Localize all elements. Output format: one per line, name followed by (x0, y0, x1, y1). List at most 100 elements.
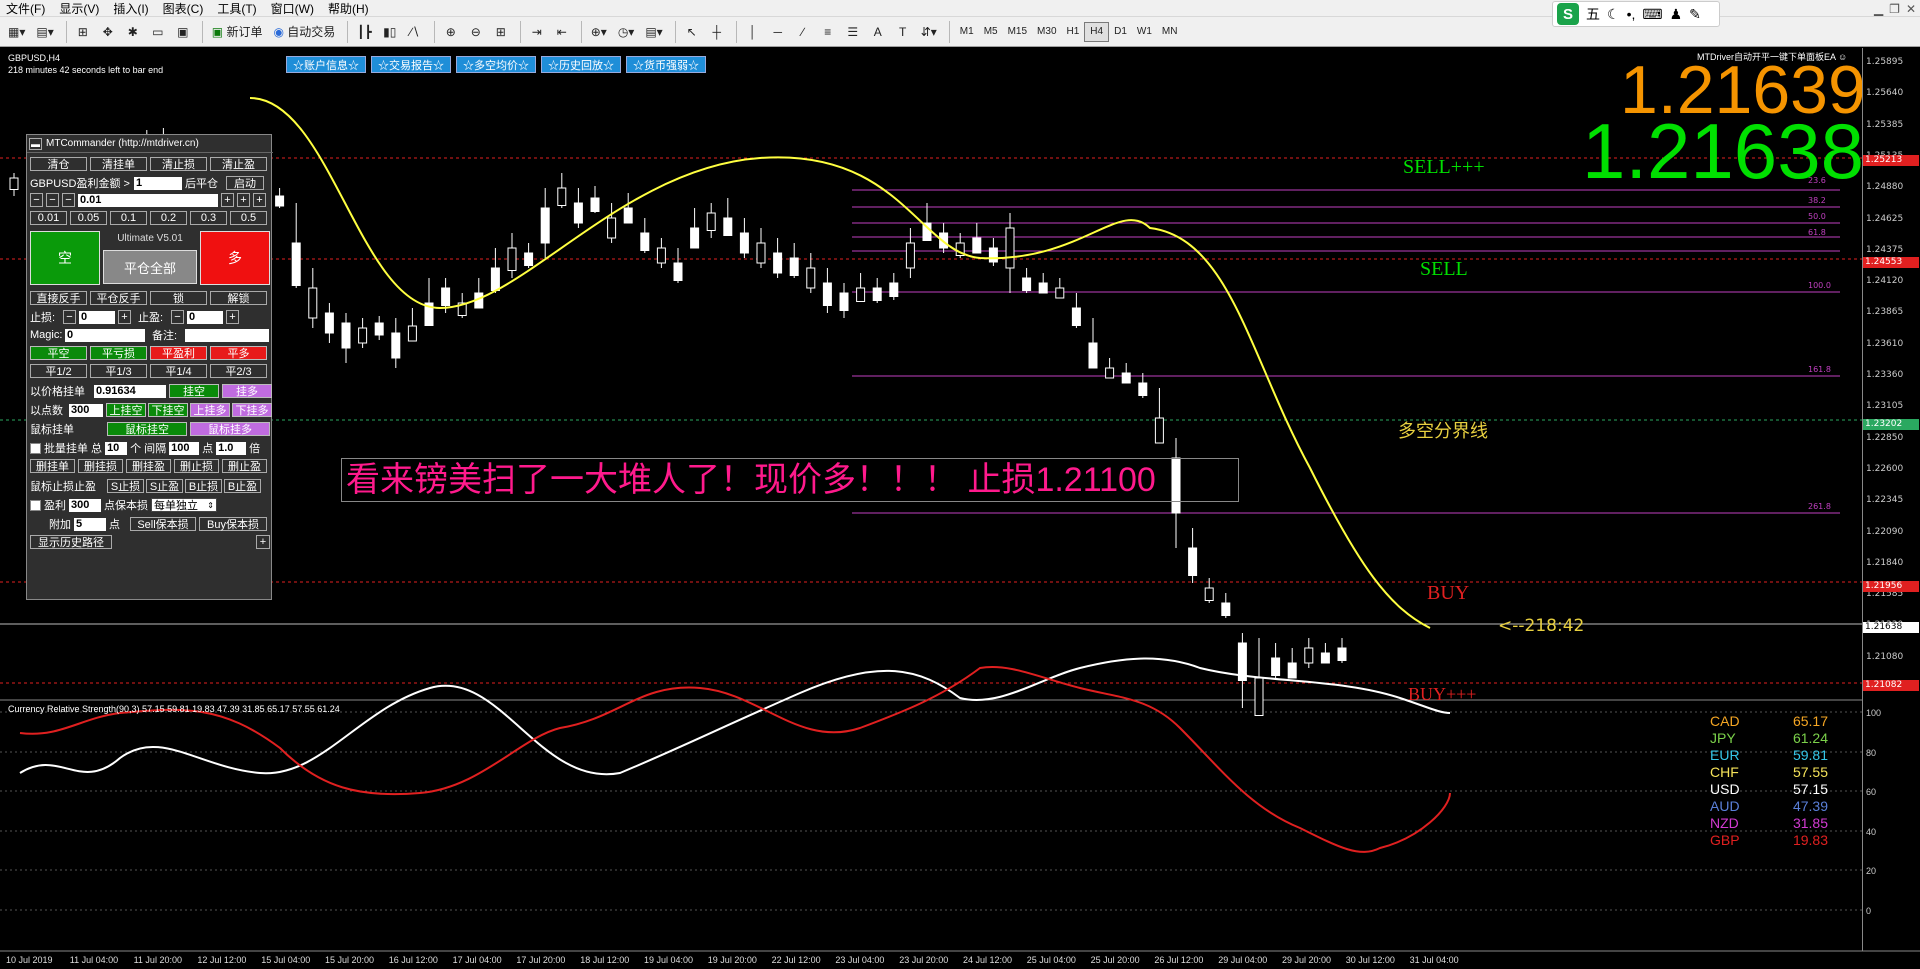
mouse-sell-button[interactable]: 鼠标挂空 (107, 422, 187, 436)
points-pending-button[interactable]: 上挂多 (190, 403, 230, 417)
cursor-icon[interactable]: ↖ (681, 21, 703, 43)
delete-button[interactable]: 删挂单 (30, 459, 75, 473)
note-input[interactable] (185, 328, 269, 342)
lot-preset-button[interactable]: 0.05 (70, 211, 107, 225)
timeframe-d1[interactable]: D1 (1109, 22, 1132, 42)
top-button[interactable]: ☆货币强弱☆ (626, 56, 706, 73)
sl-minus[interactable]: − (63, 310, 76, 324)
user-icon[interactable]: ♟ (1670, 6, 1683, 23)
tp-plus[interactable]: + (226, 310, 239, 324)
partial-close-button[interactable]: 平1/2 (30, 364, 87, 378)
auto-trade-button[interactable]: ◉ 自动交易 (269, 21, 339, 43)
menu-item[interactable]: 显示(V) (59, 0, 99, 17)
lot-plus-2[interactable]: + (237, 193, 250, 207)
zoom-out-icon[interactable]: ⊖ (465, 21, 487, 43)
delete-button[interactable]: 删挂盈 (126, 459, 171, 473)
menu-item[interactable]: 工具(T) (217, 0, 256, 17)
fibonacci-icon[interactable]: ☰ (842, 21, 864, 43)
navigator-icon[interactable]: ✱ (122, 21, 144, 43)
points-input[interactable]: 300 (69, 403, 103, 417)
panel-collapse-button[interactable]: ▬ (29, 137, 42, 150)
punctuation-icon[interactable]: •, (1627, 6, 1636, 22)
ime-mode[interactable]: 五 (1586, 4, 1600, 24)
partial-close-button[interactable]: 平1/4 (150, 364, 207, 378)
sl-input[interactable]: 0 (79, 310, 115, 324)
horizontal-line-icon[interactable]: ─ (767, 21, 789, 43)
top-button[interactable]: ☆交易报告☆ (371, 56, 451, 73)
pending-sell-button[interactable]: 挂空 (169, 384, 219, 398)
new-order-button[interactable]: ▣ 新订单 (208, 21, 267, 43)
timeframe-h4[interactable]: H4 (1084, 21, 1110, 42)
points-pending-button[interactable]: 下挂多 (232, 403, 272, 417)
lot-input[interactable]: 0.01 (78, 193, 218, 207)
lot-minus-2[interactable]: − (46, 193, 59, 207)
timeframe-m15[interactable]: M15 (1003, 22, 1032, 42)
delete-button[interactable]: 删止损 (174, 459, 219, 473)
reverse-button[interactable]: 锁 (150, 291, 207, 305)
mouse-sltp-button[interactable]: B止损 (185, 479, 222, 493)
bar-chart-icon[interactable]: ┃┣ (353, 21, 375, 43)
tp-minus[interactable]: − (171, 310, 184, 324)
templates-button[interactable]: ▤▾ (641, 21, 666, 43)
partial-close-button[interactable]: 平1/3 (90, 364, 147, 378)
magic-input[interactable]: 0 (65, 328, 145, 342)
menu-item[interactable]: 帮助(H) (328, 0, 369, 17)
breakeven-mode-select[interactable]: 每单独立 ⇕ (151, 498, 217, 512)
data-window-icon[interactable]: ✥ (97, 21, 119, 43)
buy-market-button[interactable]: 多 (200, 231, 270, 285)
breakeven-input[interactable]: 300 (69, 498, 101, 512)
buy-breakeven-button[interactable]: Buy保本损 (199, 517, 267, 531)
timeframe-m5[interactable]: M5 (979, 22, 1003, 42)
autoscroll-icon[interactable]: ⇥ (526, 21, 548, 43)
lot-minus-1[interactable]: − (30, 193, 43, 207)
close-type-button[interactable]: 平多 (210, 346, 267, 360)
reverse-button[interactable]: 平仓反手 (90, 291, 147, 305)
lot-preset-button[interactable]: 0.3 (190, 211, 227, 225)
batch-gap-input[interactable]: 100 (169, 441, 200, 455)
channel-icon[interactable]: ≡ (817, 21, 839, 43)
sell-breakeven-button[interactable]: Sell保本损 (130, 517, 196, 531)
profiles-button[interactable]: ▤▾ (32, 21, 57, 43)
timeframe-w1[interactable]: W1 (1132, 22, 1157, 42)
menu-item[interactable]: 插入(I) (113, 0, 148, 17)
add-input[interactable]: 5 (74, 517, 106, 531)
mouse-sltp-button[interactable]: S止损 (107, 479, 144, 493)
mouse-buy-button[interactable]: 鼠标挂多 (190, 422, 270, 436)
candle-chart-icon[interactable]: ▮▯ (379, 21, 401, 43)
restore-icon[interactable]: ❐ (1889, 2, 1900, 16)
clear-button[interactable]: 清止盈 (210, 157, 267, 171)
periods-button[interactable]: ◷▾ (614, 21, 639, 43)
clear-button[interactable]: 清仓 (30, 157, 87, 171)
trendline-icon[interactable]: ∕ (792, 21, 814, 43)
menu-item[interactable]: 窗口(W) (271, 0, 314, 17)
keyboard-icon[interactable]: ⌨ (1642, 6, 1662, 23)
points-pending-button[interactable]: 上挂空 (106, 403, 146, 417)
delete-button[interactable]: 删挂损 (78, 459, 123, 473)
close-all-button[interactable]: 平仓全部 (103, 250, 197, 284)
top-button[interactable]: ☆历史回放☆ (541, 56, 621, 73)
lot-preset-button[interactable]: 0.5 (230, 211, 267, 225)
lot-plus-1[interactable]: + (221, 193, 234, 207)
indicators-button[interactable]: ⊕▾ (587, 21, 611, 43)
chart-window[interactable]: 23.6 38.2 50.0 61.8 100.0 161.8 261.8 GBPUSD,H… (0, 48, 1920, 969)
market-watch-icon[interactable]: ⊞ (72, 21, 94, 43)
zoom-in-icon[interactable]: ⊕ (440, 21, 462, 43)
timeframe-m30[interactable]: M30 (1032, 22, 1061, 42)
timeframe-h1[interactable]: H1 (1062, 22, 1085, 42)
label-icon[interactable]: T (892, 21, 914, 43)
lot-plus-3[interactable]: + (253, 193, 266, 207)
close-icon[interactable]: ✕ (1906, 2, 1916, 16)
price-pending-input[interactable]: 0.91634 (94, 384, 166, 398)
expand-icon[interactable]: + (256, 535, 270, 549)
tp-input[interactable]: 0 (187, 310, 223, 324)
points-pending-button[interactable]: 下挂空 (148, 403, 188, 417)
new-chart-button[interactable]: ▦▾ (4, 21, 29, 43)
close-type-button[interactable]: 平盈利 (150, 346, 207, 360)
minimize-icon[interactable]: ▁ (1874, 2, 1883, 16)
text-icon[interactable]: A (867, 21, 889, 43)
lot-preset-button[interactable]: 0.1 (110, 211, 147, 225)
timeframe-m1[interactable]: M1 (955, 22, 979, 42)
mouse-sltp-button[interactable]: S止盈 (146, 479, 183, 493)
partial-close-button[interactable]: 平2/3 (210, 364, 267, 378)
delete-button[interactable]: 删止盈 (222, 459, 267, 473)
